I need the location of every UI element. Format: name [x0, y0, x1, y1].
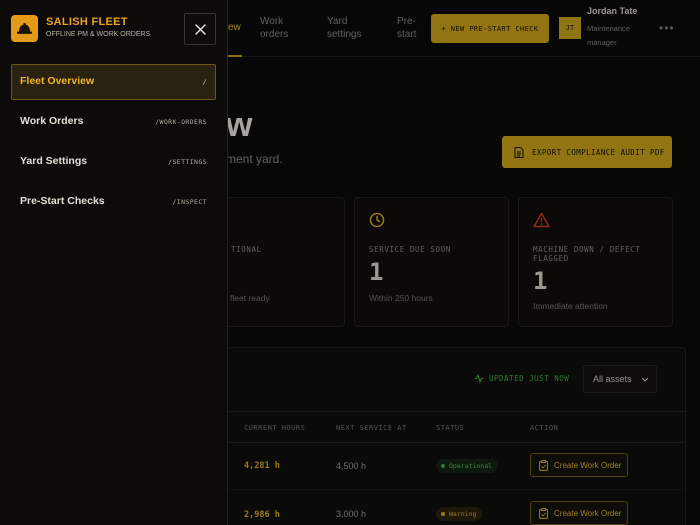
drawer-item-work-orders[interactable]: Work Orders /WORK-ORDERS [11, 104, 216, 140]
brand-name: SALISH FLEET [46, 16, 128, 28]
drawer-item-label: Fleet Overview [20, 75, 95, 87]
navigation-drawer: SALISH FLEET OFFLINE PM & WORK ORDERS Fl… [0, 0, 228, 525]
drawer-item-path: /SETTINGS [168, 158, 207, 166]
drawer-item-label: Pre-Start Checks [20, 195, 105, 207]
drawer-item-label: Work Orders [20, 115, 84, 127]
drawer-item-pre-start-checks[interactable]: Pre-Start Checks /INSPECT [11, 184, 216, 220]
drawer-item-path: / [202, 78, 207, 86]
drawer-item-label: Yard Settings [20, 155, 88, 167]
drawer-item-yard-settings[interactable]: Yard Settings /SETTINGS [11, 144, 216, 180]
drawer-item-path: /WORK-ORDERS [155, 118, 207, 126]
drawer-item-path: /INSPECT [172, 198, 207, 206]
close-icon [194, 23, 206, 35]
brand-subtitle: OFFLINE PM & WORK ORDERS [46, 31, 151, 38]
close-drawer-button[interactable] [184, 13, 216, 45]
hard-hat-logo-icon [11, 15, 38, 42]
drawer-item-fleet-overview[interactable]: Fleet Overview / [11, 64, 216, 100]
